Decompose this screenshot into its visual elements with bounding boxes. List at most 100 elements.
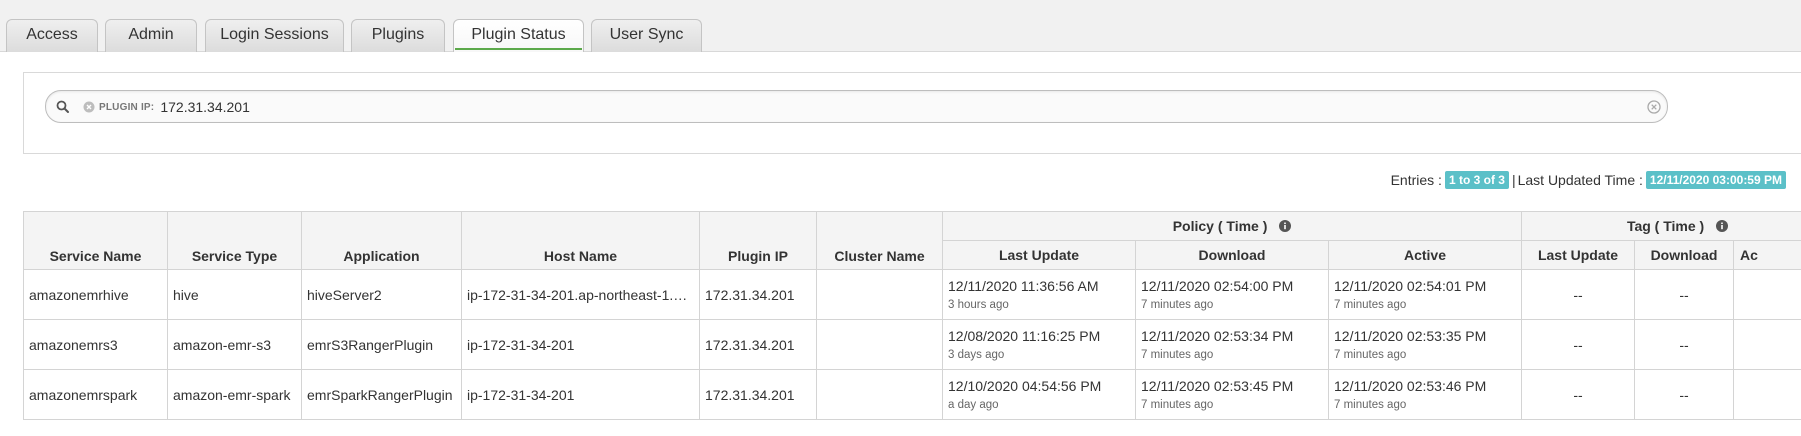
search-container: PLUGIN IP: 172.31.34.201 xyxy=(23,72,1801,154)
search-facet[interactable]: PLUGIN IP: 172.31.34.201 xyxy=(83,96,250,118)
cell-plugin-ip: 172.31.34.201 xyxy=(699,319,817,370)
relative-time: 7 minutes ago xyxy=(1334,398,1407,411)
col-plugin-ip[interactable]: Plugin IP xyxy=(699,211,817,270)
cell-service-name: amazonemrs3 xyxy=(23,319,168,370)
table-row: amazonemrs3 amazon-emr-s3 emrS3RangerPlu… xyxy=(23,319,1801,370)
search-input[interactable]: PLUGIN IP: 172.31.34.201 xyxy=(45,90,1668,123)
relative-time: 7 minutes ago xyxy=(1141,348,1214,361)
cell-policy-download: 12/11/2020 02:53:34 PM 7 minutes ago xyxy=(1135,319,1329,370)
tab-label: Login Sessions xyxy=(220,26,329,43)
col-tag-download[interactable]: Download xyxy=(1634,240,1735,270)
col-tag-last-update[interactable]: Last Update xyxy=(1521,240,1636,270)
entries-label: Entries : xyxy=(1390,172,1442,188)
cell-cluster-name xyxy=(816,369,943,420)
relative-time: 7 minutes ago xyxy=(1334,298,1407,311)
info-icon[interactable] xyxy=(1279,220,1292,232)
tab-bar: Access Admin Login Sessions Plugins Plug… xyxy=(0,0,1801,53)
entries-count-badge: 1 to 3 of 3 xyxy=(1444,171,1509,189)
cell-service-name: amazonemrhive xyxy=(23,269,168,320)
tab-login-sessions[interactable]: Login Sessions xyxy=(205,19,344,52)
cell-policy-active: 12/11/2020 02:53:35 PM 7 minutes ago xyxy=(1327,319,1523,370)
relative-time: 7 minutes ago xyxy=(1334,348,1407,361)
col-policy-last-update[interactable]: Last Update xyxy=(942,240,1136,270)
tab-user-sync[interactable]: User Sync xyxy=(591,19,702,52)
cell-tag-active xyxy=(1733,269,1801,320)
cell-tag-download: -- xyxy=(1634,319,1735,370)
col-service-type[interactable]: Service Type xyxy=(167,211,302,270)
cell-policy-download: 12/11/2020 02:53:45 PM 7 minutes ago xyxy=(1135,369,1329,420)
cell-service-type: hive xyxy=(167,269,302,320)
col-policy-active[interactable]: Active xyxy=(1327,240,1523,270)
cell-policy-active: 12/11/2020 02:54:01 PM 7 minutes ago xyxy=(1327,269,1523,320)
cell-plugin-ip: 172.31.34.201 xyxy=(699,369,817,420)
table-row: amazonemrhive hive hiveServer2 ip-172-31… xyxy=(23,269,1801,320)
search-icon xyxy=(56,100,69,113)
table-row: amazonemrspark amazon-emr-spark emrSpark… xyxy=(23,369,1801,420)
col-host-name[interactable]: Host Name xyxy=(461,211,700,270)
group-tag-time: Tag ( Time ) xyxy=(1521,211,1801,241)
group-policy-label: Policy ( Time ) xyxy=(1172,218,1268,234)
relative-time: 3 days ago xyxy=(948,348,1005,361)
tab-plugins[interactable]: Plugins xyxy=(351,19,445,52)
facet-value[interactable]: 172.31.34.201 xyxy=(160,99,250,115)
col-cluster-name[interactable]: Cluster Name xyxy=(816,211,943,270)
cell-policy-last-update: 12/08/2020 11:16:25 PM 3 days ago xyxy=(942,319,1136,370)
tab-access[interactable]: Access xyxy=(6,19,98,52)
relative-time: 3 hours ago xyxy=(948,298,1009,311)
timestamp: 12/11/2020 02:54:00 PM xyxy=(1141,277,1294,294)
timestamp: 12/11/2020 11:36:56 AM xyxy=(948,277,1099,294)
col-application[interactable]: Application xyxy=(301,211,462,270)
cell-cluster-name xyxy=(816,269,943,320)
cell-application: emrSparkRangerPlugin xyxy=(301,369,462,420)
timestamp: 12/11/2020 02:54:01 PM xyxy=(1334,277,1487,294)
plugin-status-panel: PLUGIN IP: 172.31.34.201 Entries : 1 to … xyxy=(0,52,1801,436)
tab-label: Access xyxy=(26,26,78,43)
cell-host-name: ip-172-31-34-201 xyxy=(461,369,700,420)
cell-policy-download: 12/11/2020 02:54:00 PM 7 minutes ago xyxy=(1135,269,1329,320)
cell-tag-active xyxy=(1733,319,1801,370)
cell-policy-last-update: 12/11/2020 11:36:56 AM 3 hours ago xyxy=(942,269,1136,320)
cell-tag-last-update: -- xyxy=(1521,269,1636,320)
tab-label: Plugins xyxy=(371,26,425,43)
remove-facet-icon[interactable] xyxy=(83,101,95,113)
cell-tag-last-update: -- xyxy=(1521,369,1636,420)
timestamp: 12/11/2020 02:53:35 PM xyxy=(1334,327,1487,344)
relative-time: a day ago xyxy=(948,398,999,411)
cell-cluster-name xyxy=(816,319,943,370)
tab-admin[interactable]: Admin xyxy=(105,19,197,52)
group-policy-time: Policy ( Time ) xyxy=(941,211,1523,241)
info-icon[interactable] xyxy=(1716,220,1729,232)
entries-summary: Entries : 1 to 3 of 3 | Last Updated Tim… xyxy=(1391,170,1789,190)
clear-search-icon[interactable] xyxy=(1647,100,1661,114)
timestamp: 12/08/2020 11:16:25 PM xyxy=(948,327,1101,344)
cell-tag-last-update: -- xyxy=(1521,319,1636,370)
timestamp: 12/10/2020 04:54:56 PM xyxy=(948,377,1102,394)
col-policy-download[interactable]: Download xyxy=(1135,240,1329,270)
tab-label: Plugin Status xyxy=(455,22,582,50)
cell-host-name: ip-172-31-34-201.ap-northeast-1.co... xyxy=(461,269,700,320)
separator: | xyxy=(1511,172,1516,188)
group-tag-label: Tag ( Time ) xyxy=(1626,218,1705,234)
col-service-name[interactable]: Service Name xyxy=(23,211,168,270)
col-tag-active[interactable]: Ac xyxy=(1733,240,1801,270)
last-updated-label: Last Updated Time : xyxy=(1517,172,1643,188)
cell-service-name: amazonemrspark xyxy=(23,369,168,420)
tab-plugin-status[interactable]: Plugin Status xyxy=(453,19,584,53)
cell-service-type: amazon-emr-spark xyxy=(167,369,302,420)
relative-time: 7 minutes ago xyxy=(1141,398,1214,411)
timestamp: 12/11/2020 02:53:46 PM xyxy=(1334,377,1487,394)
facet-label: PLUGIN IP: xyxy=(99,101,155,113)
tab-label: Admin xyxy=(128,26,174,43)
plugin-status-table: Service Name Service Type Application Ho… xyxy=(23,211,1801,420)
cell-policy-active: 12/11/2020 02:53:46 PM 7 minutes ago xyxy=(1327,369,1523,420)
last-updated-badge: 12/11/2020 03:00:59 PM xyxy=(1645,171,1786,189)
cell-tag-active xyxy=(1733,369,1801,420)
cell-tag-download: -- xyxy=(1634,369,1735,420)
cell-application: hiveServer2 xyxy=(301,269,462,320)
cell-application: emrS3RangerPlugin xyxy=(301,319,462,370)
relative-time: 7 minutes ago xyxy=(1141,298,1214,311)
cell-policy-last-update: 12/10/2020 04:54:56 PM a day ago xyxy=(942,369,1136,420)
timestamp: 12/11/2020 02:53:34 PM xyxy=(1141,327,1294,344)
timestamp: 12/11/2020 02:53:45 PM xyxy=(1141,377,1294,394)
cell-plugin-ip: 172.31.34.201 xyxy=(699,269,817,320)
